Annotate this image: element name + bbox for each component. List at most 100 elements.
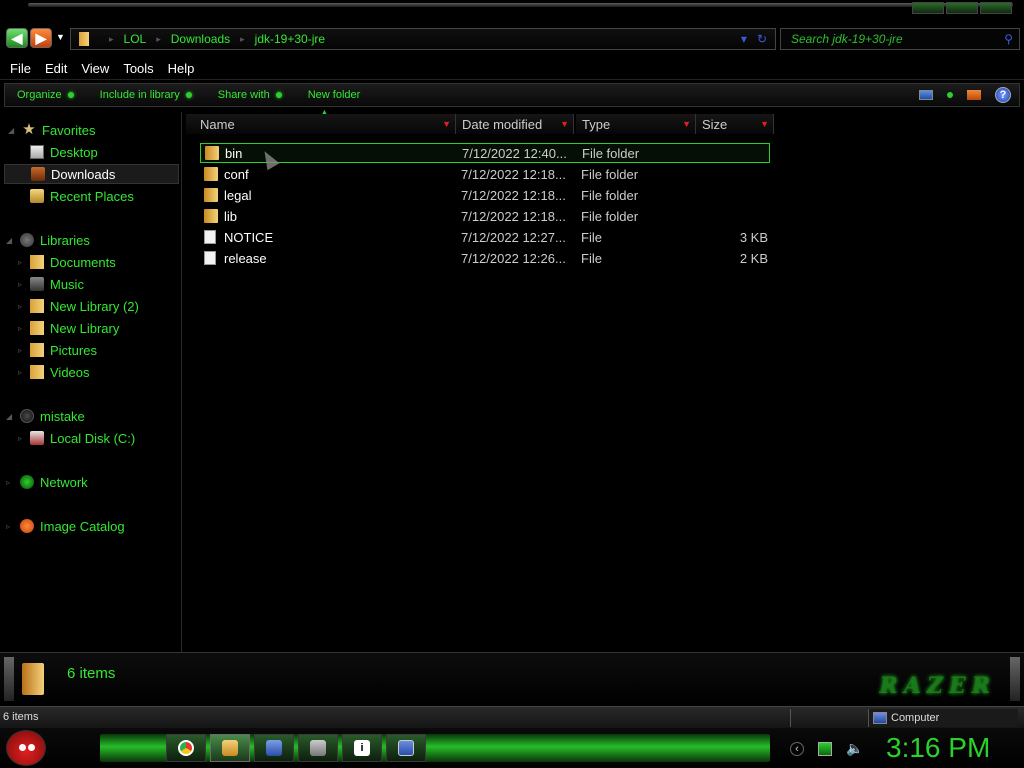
taskbar-info[interactable]: i [342, 734, 382, 762]
column-filter-icon[interactable]: ▼ [560, 119, 569, 129]
organize-button[interactable]: Organize [17, 89, 74, 101]
clock[interactable]: 3:16 PM [886, 732, 990, 764]
breadcrumb-item[interactable]: ▸ LOL [99, 32, 146, 46]
nav-network[interactable]: ▹ Network [6, 472, 88, 492]
column-header-size[interactable]: Size ▼ [696, 114, 774, 134]
nav-image-catalog[interactable]: ▹ Image Catalog [6, 516, 125, 536]
address-bar[interactable]: ▸ LOL ▸ Downloads ▸ jdk-19+30-jre ▾ ↻ [70, 28, 776, 50]
maximize-button[interactable] [946, 2, 978, 14]
nav-recent-places[interactable]: Recent Places [30, 186, 134, 206]
menu-bar: File Edit View Tools Help [0, 58, 1024, 80]
menu-help[interactable]: Help [162, 61, 201, 76]
help-icon[interactable]: ? [995, 87, 1011, 103]
show-hidden-icons-icon[interactable]: ‹ [790, 741, 804, 756]
window-controls [912, 2, 1012, 14]
expand-arrow-icon[interactable]: ▹ [18, 346, 22, 355]
new-folder-button[interactable]: New folder [308, 89, 361, 101]
details-pane-edge [4, 657, 14, 701]
expand-arrow-icon[interactable]: ▹ [18, 280, 22, 289]
expand-arrow-icon[interactable]: ▹ [6, 522, 10, 531]
collapse-arrow-icon[interactable]: ◢ [6, 236, 12, 245]
collapse-arrow-icon[interactable]: ◢ [6, 412, 12, 421]
column-header-type[interactable]: Type ▼ [576, 114, 696, 134]
include-in-library-button[interactable]: Include in library [100, 89, 192, 101]
preview-pane-icon[interactable] [967, 90, 981, 100]
search-input[interactable] [791, 32, 991, 46]
file-row-notice[interactable]: NOTICE 7/12/2022 12:27... File 3 KB [200, 227, 770, 247]
folder-icon [222, 740, 238, 756]
collapse-arrow-icon[interactable]: ◢ [8, 126, 14, 135]
status-bar: 6 items Computer [0, 706, 1024, 728]
expand-arrow-icon[interactable]: ▹ [18, 302, 22, 311]
nav-libraries[interactable]: ◢ Libraries [6, 230, 90, 250]
menu-view[interactable]: View [75, 61, 115, 76]
nav-videos[interactable]: ▹ Videos [18, 362, 90, 382]
minimize-button[interactable] [912, 2, 944, 14]
libraries-icon [20, 233, 34, 247]
recent-locations-dropdown[interactable]: ▼ [56, 32, 68, 44]
column-filter-icon[interactable]: ▼ [442, 119, 451, 129]
breadcrumb-item[interactable]: ▸ jdk-19+30-jre [230, 32, 325, 46]
search-icon[interactable]: ⚲ [1004, 32, 1013, 46]
folder-icon [79, 32, 89, 46]
file-row-conf[interactable]: conf 7/12/2022 12:18... File folder [200, 164, 770, 184]
taskbar-window[interactable] [386, 734, 426, 762]
nav-desktop[interactable]: Desktop [30, 142, 98, 162]
file-row-legal[interactable]: legal 7/12/2022 12:18... File folder [200, 185, 770, 205]
taskbar-chrome[interactable] [166, 734, 206, 762]
folder-icon [204, 188, 218, 202]
volume-icon[interactable]: 🔈 [846, 740, 863, 757]
file-row-bin[interactable]: bin 7/12/2022 12:40... File folder [200, 143, 770, 163]
column-header-name[interactable]: Name ▼ [186, 114, 456, 134]
folder-large-icon [22, 663, 44, 695]
column-filter-icon[interactable]: ▼ [682, 119, 691, 129]
start-button[interactable] [6, 730, 46, 766]
menu-tools[interactable]: Tools [117, 61, 159, 76]
change-view-icon[interactable] [919, 90, 933, 100]
folder-icon [204, 209, 218, 223]
nav-documents[interactable]: ▹ Documents [18, 252, 116, 272]
nav-pictures[interactable]: ▹ Pictures [18, 340, 97, 360]
back-button[interactable]: ◀ [6, 28, 28, 48]
expand-arrow-icon[interactable]: ▹ [18, 368, 22, 377]
library-icon [30, 321, 44, 335]
network-status-icon[interactable] [818, 741, 832, 756]
nav-local-disk[interactable]: ▹ Local Disk (C:) [18, 428, 135, 448]
column-header-date[interactable]: Date modified ▼ [456, 114, 574, 134]
menu-edit[interactable]: Edit [39, 61, 73, 76]
refresh-icon[interactable]: ↻ [757, 32, 767, 46]
taskbar-explorer[interactable] [210, 734, 250, 762]
share-with-button[interactable]: Share with [218, 89, 282, 101]
documents-icon [30, 255, 44, 269]
window-title-bar [0, 0, 1024, 22]
pictures-icon [30, 343, 44, 357]
nav-new-library[interactable]: ▹ New Library [18, 318, 119, 338]
column-filter-icon[interactable]: ▼ [760, 119, 769, 129]
file-icon [204, 251, 216, 265]
close-button[interactable] [980, 2, 1012, 14]
nav-favorites[interactable]: ◢ ★ Favorites [8, 120, 95, 140]
breadcrumb-item[interactable]: ▸ Downloads [146, 32, 230, 46]
dropdown-dot-icon [67, 92, 74, 98]
view-options-icon[interactable] [947, 92, 953, 98]
nav-downloads[interactable]: Downloads [4, 164, 179, 184]
expand-arrow-icon[interactable]: ▹ [18, 324, 22, 333]
nav-new-library-2[interactable]: ▹ New Library (2) [18, 296, 139, 316]
folder-icon [205, 146, 219, 160]
search-box[interactable]: ⚲ [780, 28, 1020, 50]
taskbar-control-panel[interactable] [254, 734, 294, 762]
taskbar-remote-desktop[interactable] [298, 734, 338, 762]
file-row-release[interactable]: release 7/12/2022 12:26... File 2 KB [200, 248, 770, 268]
file-icon [204, 230, 216, 244]
expand-arrow-icon[interactable]: ▹ [6, 478, 10, 487]
expand-arrow-icon[interactable]: ▹ [18, 434, 22, 443]
expand-arrow-icon[interactable]: ▹ [18, 258, 22, 267]
nav-music[interactable]: ▹ Music [18, 274, 84, 294]
address-dropdown-icon[interactable]: ▾ [741, 32, 747, 46]
nav-computer[interactable]: ◢ mistake [6, 406, 85, 426]
remote-desktop-icon [310, 740, 326, 756]
forward-button[interactable]: ▶ [30, 28, 52, 48]
control-panel-icon [266, 740, 282, 756]
menu-file[interactable]: File [4, 61, 37, 76]
file-row-lib[interactable]: lib 7/12/2022 12:18... File folder [200, 206, 770, 226]
